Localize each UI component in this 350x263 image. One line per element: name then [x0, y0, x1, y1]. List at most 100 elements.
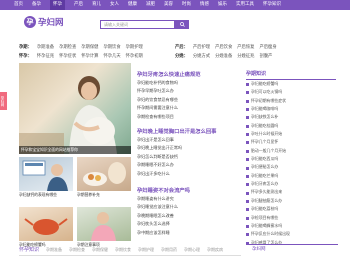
- list-item[interactable]: 孕妇腿抽筋怎么办: [251, 197, 290, 205]
- nav-item[interactable]: 减肥: [146, 0, 155, 10]
- list-item[interactable]: 胎动一般几个月开始: [251, 147, 290, 155]
- nav-item[interactable]: 育儿: [92, 0, 101, 10]
- list-item[interactable]: 怀孕早期孕吐怎么办: [137, 87, 178, 95]
- category-link[interactable]: 产后护理: [193, 44, 210, 50]
- search-icon: [179, 22, 185, 27]
- section-title[interactable]: 孕妇睡姿不对会流产吗: [137, 186, 190, 194]
- thumb-image[interactable]: [19, 207, 73, 241]
- thumb-caption[interactable]: 孕期营养补充: [77, 192, 132, 197]
- list-item[interactable]: 孕妇能喝蜂蜜水吗: [251, 222, 290, 230]
- list-item[interactable]: 怀孕期间需要注意什么: [137, 104, 178, 112]
- list-item[interactable]: 孕晚期睡眠怎么改善: [137, 212, 178, 220]
- category-link[interactable]: 分娩准备: [215, 53, 232, 59]
- category-link[interactable]: 产后恢复: [237, 44, 254, 50]
- bottom-tab[interactable]: 孕期准备: [46, 247, 62, 253]
- nav-item[interactable]: 美容: [164, 0, 173, 10]
- bullet-icon: [246, 99, 249, 103]
- list-item[interactable]: 孕妇的饮食禁忌有哪些: [137, 96, 178, 104]
- category-link[interactable]: 怀孕症状: [59, 53, 76, 59]
- category-link[interactable]: 怀孕几天: [103, 53, 120, 59]
- list-item[interactable]: 孕妇出汗多吃什么: [137, 170, 182, 178]
- nav-item[interactable]: 娱乐: [218, 0, 227, 10]
- list-item[interactable]: 孕妇便秘怎么办: [251, 163, 290, 171]
- bottom-tab[interactable]: 孕期检查: [69, 247, 85, 253]
- list-item[interactable]: 孕妇可以吃火锅吗: [251, 88, 290, 96]
- list-item[interactable]: 孕中期应该怎样睡: [137, 229, 178, 237]
- bottom-tab[interactable]: 孕期饮食: [115, 247, 131, 253]
- nav-item[interactable]: 女人: [110, 0, 119, 10]
- list-item[interactable]: 孕期检查有哪些项目: [137, 113, 178, 121]
- site-logo[interactable]: 孕 孕妇网: [24, 16, 64, 28]
- nav-item[interactable]: 时尚: [182, 0, 191, 10]
- thumb-image[interactable]: [77, 207, 131, 241]
- list-item[interactable]: 孕妇能吃螃蟹吗: [251, 80, 290, 88]
- list-item[interactable]: 孕妇缺铁怎么补: [251, 113, 290, 121]
- bullet-icon: [246, 166, 249, 170]
- category-link[interactable]: 孕期饮食: [103, 44, 120, 50]
- category-link[interactable]: 产后饮食: [215, 44, 232, 50]
- bullet-icon: [246, 191, 249, 195]
- list-item[interactable]: 孕期睡眠不好怎么办: [137, 161, 182, 169]
- nav-item[interactable]: 首页: [14, 0, 23, 10]
- woman-illustration: [91, 212, 116, 241]
- list-item[interactable]: 孕妇晚上睡觉出汗正常吗: [137, 144, 182, 152]
- list-item[interactable]: 怀孕反应什么时候出现: [251, 230, 290, 238]
- list-item[interactable]: 孕妇能喝咖啡吗: [251, 105, 290, 113]
- nav-item[interactable]: 情感: [200, 0, 209, 10]
- list-item[interactable]: 孕妇枕头怎么选择: [137, 220, 178, 228]
- thumb-image[interactable]: [19, 157, 73, 191]
- category-link[interactable]: 剖腹产: [259, 53, 272, 59]
- list-item[interactable]: 孕吐什么时候开始: [251, 130, 290, 138]
- category-link[interactable]: 分娩方式: [193, 53, 210, 59]
- nav-item[interactable]: 健康: [128, 0, 137, 10]
- list-item[interactable]: 孕妇出汗是怎么回事: [137, 136, 182, 144]
- bottom-right-title: 孕妇网: [252, 247, 266, 252]
- bottom-tab[interactable]: 孕期保健: [92, 247, 108, 253]
- bullet-icon: [246, 91, 249, 95]
- bottom-section-title: 怀孕知识: [19, 247, 40, 253]
- bullet-icon: [246, 149, 249, 153]
- side-float-tab[interactable]: 孕妇网: [0, 92, 7, 110]
- category-link[interactable]: 分娩征兆: [237, 53, 254, 59]
- section-title[interactable]: 孕妇晚上睡觉胸口出汗是怎么回事: [137, 127, 216, 135]
- list-item[interactable]: 孕妇能吃荔枝吗: [251, 205, 290, 213]
- bottom-tab[interactable]: 孕期心理: [184, 247, 200, 253]
- section-title[interactable]: 孕妇牙疼怎么快速止痛规范: [137, 70, 201, 78]
- nav-item[interactable]: 备孕: [32, 0, 41, 10]
- list-item[interactable]: 孕妇睡觉应该注意什么: [137, 203, 178, 211]
- list-item[interactable]: 孕期睡姿有什么讲究: [137, 195, 178, 203]
- list-item[interactable]: 怀孕多久能测出来: [251, 188, 290, 196]
- search-input[interactable]: 请输入关键词: [100, 20, 175, 29]
- list-item[interactable]: 怀孕几个月显怀: [251, 138, 290, 146]
- category-label: 产后：: [175, 45, 188, 50]
- nav-item[interactable]: 产后: [74, 0, 83, 10]
- list-item[interactable]: 孕妇能吃补钙的食物吗: [137, 79, 178, 87]
- category-link[interactable]: 怀孕计算: [81, 53, 98, 59]
- category-link[interactable]: 怀孕初期: [126, 53, 143, 59]
- list-item[interactable]: 孕检项目有哪些: [251, 214, 290, 222]
- category-link[interactable]: 孕期检查: [59, 44, 76, 50]
- bottom-tab[interactable]: 孕期疾病: [207, 247, 223, 253]
- nav-item[interactable]: 怀孕知识: [263, 0, 281, 10]
- thumb-caption[interactable]: 孕妇缺钙的表现有哪些: [19, 192, 74, 197]
- list-item[interactable]: 孕妇能吃西瓜吗: [251, 155, 290, 163]
- category-link[interactable]: 孕期护理: [126, 44, 143, 50]
- thumb-image[interactable]: [77, 157, 131, 191]
- nav-item[interactable]: 怀孕: [50, 0, 65, 10]
- category-link[interactable]: 孕期准备: [37, 44, 54, 50]
- pregnant-woman-illustration: [19, 76, 117, 154]
- category-link[interactable]: 怀孕征兆: [37, 53, 54, 59]
- nav-item[interactable]: 实用工具: [236, 0, 254, 10]
- category-link[interactable]: 孕期保健: [81, 44, 98, 50]
- category-link[interactable]: 产后瘦身: [259, 44, 276, 50]
- list-item[interactable]: 孕妇能吃桂圆吗: [251, 122, 290, 130]
- list-item[interactable]: 孕妇怎么判断是否缺钙: [137, 153, 182, 161]
- main-feature-image[interactable]: 怀孕和宝宝知识全面的网站推荐你: [19, 63, 131, 154]
- bottom-tab[interactable]: 孕期用药: [161, 247, 177, 253]
- search-button[interactable]: [175, 20, 189, 29]
- list-item[interactable]: 孕妇能吃芒果吗: [251, 172, 290, 180]
- list-item[interactable]: 怀孕初期有哪些症状: [251, 97, 290, 105]
- list-item[interactable]: 孕妇牙疼怎么办: [251, 180, 290, 188]
- category-row-delivery: 分娩： 分娩方式 分娩准备 分娩征兆 剖腹产: [175, 53, 272, 59]
- bottom-tab[interactable]: 孕期护理: [138, 247, 154, 253]
